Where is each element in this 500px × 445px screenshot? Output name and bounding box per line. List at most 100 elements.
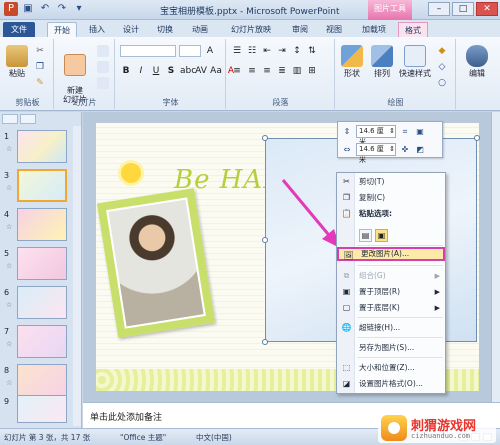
menu-item-bring-to-front[interactable]: ▣ 置于顶层(R) ▶: [337, 285, 445, 299]
font-size-box[interactable]: [179, 45, 201, 57]
slides-group-label: 幻灯片: [72, 98, 97, 107]
tab-slideshow[interactable]: 幻灯片放映: [224, 22, 278, 37]
tab-view[interactable]: 视图: [321, 22, 347, 37]
drawing-group-label: 绘图: [387, 98, 404, 107]
italic-icon[interactable]: I: [135, 65, 147, 77]
shape-effects-icon[interactable]: ○: [436, 77, 448, 89]
resize-handle[interactable]: [474, 135, 480, 141]
menu-item-group[interactable]: ⧉ 组合(G) ▶: [337, 269, 445, 283]
decrease-indent-icon[interactable]: ⇤: [261, 45, 273, 57]
height-spinner[interactable]: 14.6 厘米 ⇕: [356, 125, 396, 146]
layout-icon[interactable]: [97, 45, 109, 57]
quick-styles-button[interactable]: 快速样式: [398, 45, 432, 79]
customize-qat-icon[interactable]: ▾: [72, 2, 86, 16]
grow-font-icon[interactable]: A: [204, 45, 216, 57]
underline-icon[interactable]: U: [150, 65, 162, 77]
align-center-icon[interactable]: ≡: [246, 65, 258, 77]
justify-icon[interactable]: ≣: [276, 65, 288, 77]
status-theme[interactable]: "Office 主题": [120, 432, 166, 443]
width-spinner[interactable]: 14.6 厘米 ⇕: [356, 143, 396, 164]
save-icon[interactable]: ▣: [21, 2, 35, 16]
editing-button[interactable]: 编辑: [465, 45, 489, 79]
menu-item-cut[interactable]: ✂ 剪切(T): [337, 175, 445, 189]
reset-icon[interactable]: [97, 61, 109, 73]
font-name-box[interactable]: [120, 45, 176, 57]
baby-photo-frame[interactable]: [96, 188, 216, 338]
tab-insert[interactable]: 插入: [84, 22, 110, 37]
resize-handle[interactable]: [262, 135, 268, 141]
columns-icon[interactable]: ▥: [291, 65, 303, 77]
strike-icon[interactable]: abc: [180, 65, 196, 77]
numbering-icon[interactable]: ☷: [246, 45, 258, 57]
slide-thumbnail[interactable]: 8 ☆: [4, 364, 68, 397]
format-picture-icon: ◪: [342, 379, 351, 388]
close-icon[interactable]: ✕: [476, 2, 498, 16]
menu-item-size-position[interactable]: ⬚ 大小和位置(Z)...: [337, 361, 445, 375]
slide-thumbnail[interactable]: 5 ☆: [4, 247, 68, 280]
menu-item-change-picture[interactable]: 🖼 更改图片(A)...: [337, 247, 445, 261]
powerpoint-logo-icon[interactable]: P: [4, 2, 18, 16]
slide-thumbnail[interactable]: 6 ☆: [4, 286, 68, 319]
resize-handle[interactable]: [262, 339, 268, 345]
slide-thumbnail[interactable]: 1 ☆: [4, 130, 68, 163]
section-icon[interactable]: [97, 77, 109, 89]
group-icon: ⧉: [343, 271, 350, 280]
paste-button[interactable]: 粘贴: [5, 45, 29, 79]
vertical-scrollbar[interactable]: [491, 112, 500, 402]
shape-fill-icon[interactable]: ◆: [436, 45, 448, 57]
copy-icon[interactable]: ❐: [34, 61, 46, 73]
slides-panel-scrollbar[interactable]: [73, 126, 81, 426]
tab-animations[interactable]: 动画: [187, 22, 213, 37]
align-left-icon[interactable]: ≡: [231, 65, 243, 77]
crop-icon[interactable]: ⌗: [399, 126, 411, 138]
menu-item-copy[interactable]: ❐ 复制(C): [337, 191, 445, 205]
undo-icon[interactable]: ↶: [38, 2, 52, 16]
ribbon-tabs: 文件 开始 插入 设计 切换 动画 幻灯片放映 审阅 视图 加载项 格式: [0, 20, 500, 37]
paste-picture-icon[interactable]: ▣: [375, 229, 388, 242]
mini-toolbar: ⇕ 14.6 厘米 ⇕ ⌗ ▣ ⇔ 14.6 厘米 ⇕ ✜ ◩: [337, 121, 443, 164]
hyperlink-icon: 🌐: [341, 323, 352, 332]
smartart-icon[interactable]: ⊞: [306, 65, 318, 77]
crop-tool-icon[interactable]: ✜: [399, 144, 411, 156]
shape-outline-icon[interactable]: ◇: [436, 61, 448, 73]
slide-thumbnail[interactable]: 7 ☆: [4, 325, 68, 358]
tab-file[interactable]: 文件: [3, 22, 35, 37]
tab-format[interactable]: 格式: [398, 22, 428, 37]
redo-icon[interactable]: ↷: [55, 2, 69, 16]
char-spacing-icon[interactable]: AV: [195, 65, 207, 77]
bold-icon[interactable]: B: [120, 65, 132, 77]
cut-icon[interactable]: ✂: [34, 45, 46, 57]
slide-thumbnail[interactable]: 9: [4, 395, 68, 423]
minimize-icon[interactable]: –: [428, 2, 450, 16]
align-right-icon[interactable]: ≡: [261, 65, 273, 77]
change-case-icon[interactable]: Aa: [210, 65, 222, 77]
tab-design[interactable]: 设计: [118, 22, 144, 37]
increase-indent-icon[interactable]: ⇥: [276, 45, 288, 57]
strikethrough-icon[interactable]: S: [165, 65, 177, 77]
menu-item-format-picture[interactable]: ◪ 设置图片格式(O)...: [337, 377, 445, 391]
picture-border-icon[interactable]: ◩: [414, 144, 426, 156]
bullets-icon[interactable]: ☰: [231, 45, 243, 57]
slide-thumbnail[interactable]: 4 ☆: [4, 208, 68, 241]
shapes-button[interactable]: 形状: [340, 45, 364, 79]
maximize-icon[interactable]: □: [452, 2, 474, 16]
slide-thumbnail-current[interactable]: 3 ☆: [4, 169, 68, 202]
menu-item-hyperlink[interactable]: 🌐 超链接(H)...: [337, 321, 445, 335]
format-painter-icon[interactable]: ✎: [34, 77, 46, 89]
status-language[interactable]: 中文(中国): [196, 432, 232, 443]
new-slide-button[interactable]: 新建 幻灯片: [59, 45, 91, 104]
line-spacing-icon[interactable]: ↕: [291, 45, 303, 57]
tab-home[interactable]: 开始: [47, 22, 77, 37]
text-direction-icon[interactable]: ⇅: [306, 45, 318, 57]
outline-tab[interactable]: [20, 114, 36, 124]
slides-tab[interactable]: [2, 114, 18, 124]
menu-item-send-to-back[interactable]: ▢ 置于底层(K) ▶: [337, 301, 445, 315]
tab-review[interactable]: 审阅: [287, 22, 313, 37]
tab-transitions[interactable]: 切换: [152, 22, 178, 37]
tab-addins[interactable]: 加载项: [357, 22, 391, 37]
arrange-button[interactable]: 排列: [370, 45, 394, 79]
bring-forward-icon[interactable]: ▣: [414, 126, 426, 138]
paste-keep-format-icon[interactable]: ▤: [359, 229, 372, 242]
menu-item-save-as-picture[interactable]: 另存为图片(S)...: [337, 341, 445, 355]
resize-handle[interactable]: [262, 237, 268, 243]
